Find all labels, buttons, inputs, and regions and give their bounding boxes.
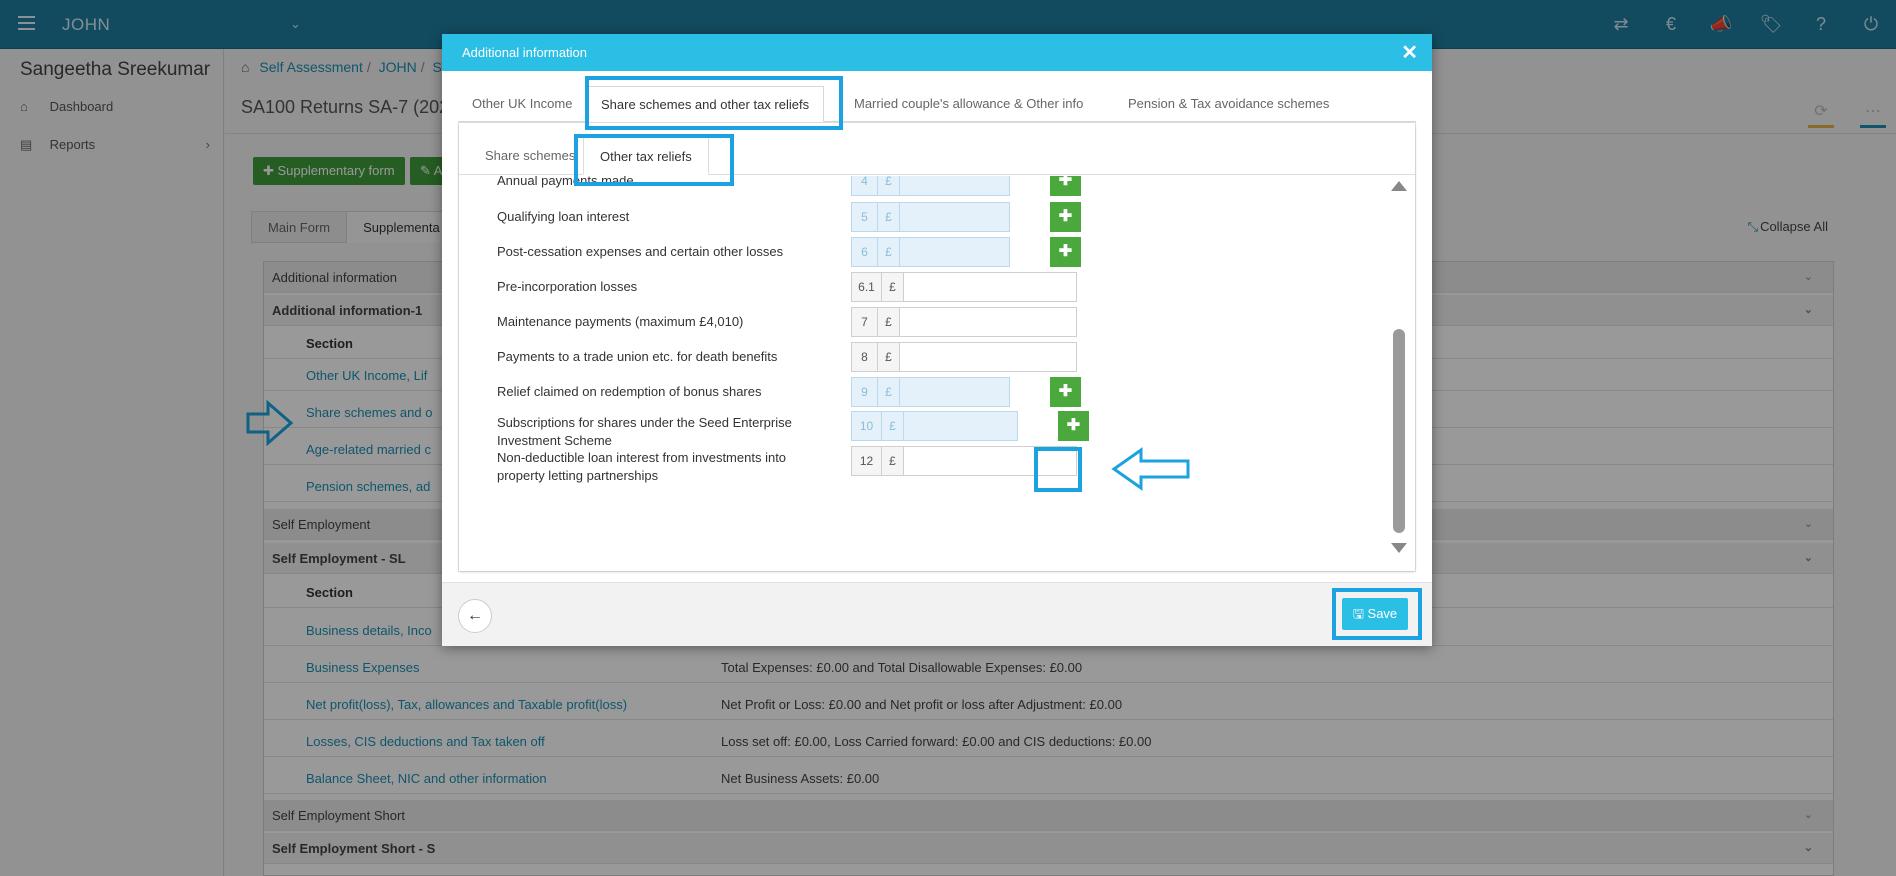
add-entry-button[interactable]: ✚ xyxy=(1050,176,1081,196)
scrollbar[interactable] xyxy=(1391,181,1407,553)
tab-married-couples-allowance[interactable]: Married couple's allowance & Other info xyxy=(854,86,1083,122)
currency-symbol: £ xyxy=(878,238,900,266)
box-number: 12 xyxy=(852,447,882,475)
amount-input[interactable] xyxy=(900,308,1076,336)
amount-input[interactable] xyxy=(900,238,1009,266)
highlight-box xyxy=(1332,588,1422,640)
scroll-up-icon[interactable] xyxy=(1391,181,1407,191)
amount-field: 6 £ xyxy=(851,237,1010,267)
tax-reliefs-card: Share schemes Other tax reliefs Annual p… xyxy=(459,123,1415,571)
close-icon[interactable]: ✕ xyxy=(1401,40,1418,65)
arrow-left-icon xyxy=(1111,447,1190,491)
tab-other-uk-income[interactable]: Other UK Income xyxy=(472,86,572,122)
currency-symbol: £ xyxy=(878,203,900,231)
amount-input[interactable] xyxy=(900,343,1076,371)
relief-row: Subscriptions for shares under the Seed … xyxy=(459,411,1399,448)
field-label: Post-cessation expenses and certain othe… xyxy=(497,244,784,259)
field-label: Qualifying loan interest xyxy=(497,209,630,224)
relief-row: Qualifying loan interest 5 £ ✚ xyxy=(459,202,1399,238)
currency-symbol: £ xyxy=(882,273,904,301)
relief-row: Maintenance payments (maximum £4,010) 7 £ xyxy=(459,307,1399,343)
modal-body: Share schemes Other tax reliefs Annual p… xyxy=(458,122,1416,572)
relief-row: Relief claimed on redemption of bonus sh… xyxy=(459,377,1399,413)
amount-field: 5 £ xyxy=(851,202,1010,232)
currency-symbol: £ xyxy=(878,176,900,195)
box-number: 4 xyxy=(852,176,878,195)
modal-footer: ← 🖫 Save xyxy=(442,582,1432,646)
add-entry-button[interactable]: ✚ xyxy=(1050,202,1081,232)
amount-field: 7 £ xyxy=(851,307,1077,337)
field-label: Non-deductible loan interest from invest… xyxy=(497,450,787,483)
amount-input[interactable] xyxy=(904,412,1017,440)
amount-field: 8 £ xyxy=(851,342,1077,372)
add-entry-button[interactable]: ✚ xyxy=(1050,237,1081,267)
tab-share-schemes[interactable]: Share schemes xyxy=(485,137,575,175)
scroll-down-icon[interactable] xyxy=(1391,543,1407,553)
amount-input[interactable] xyxy=(900,176,1009,195)
currency-symbol: £ xyxy=(882,447,904,475)
box-number: 6 xyxy=(852,238,878,266)
currency-symbol: £ xyxy=(878,343,900,371)
highlight-box xyxy=(585,76,843,130)
box-number: 6.1 xyxy=(852,273,882,301)
amount-input[interactable] xyxy=(900,378,1009,406)
amount-field: 6.1 £ xyxy=(851,272,1077,302)
relief-row: Payments to a trade union etc. for death… xyxy=(459,342,1399,378)
amount-input[interactable] xyxy=(904,273,1076,301)
field-label: Payments to a trade union etc. for death… xyxy=(497,349,778,364)
add-entry-button[interactable]: ✚ xyxy=(1050,377,1081,407)
relief-row: Non-deductible loan interest from invest… xyxy=(459,446,1399,483)
relief-row: Post-cessation expenses and certain othe… xyxy=(459,237,1399,273)
field-label: Maintenance payments (maximum £4,010) xyxy=(497,314,744,329)
modal-header: Additional information ✕ xyxy=(442,34,1432,71)
amount-field: 4 £ xyxy=(851,176,1010,196)
amount-input[interactable] xyxy=(900,203,1009,231)
relief-row: Pre-incorporation losses 6.1 £ xyxy=(459,272,1399,308)
field-label: Relief claimed on redemption of bonus sh… xyxy=(497,384,762,399)
box-number: 9 xyxy=(852,378,878,406)
add-entry-button[interactable]: ✚ xyxy=(1058,411,1089,441)
back-button[interactable]: ← xyxy=(458,599,492,633)
currency-symbol: £ xyxy=(878,308,900,336)
box-number: 10 xyxy=(852,412,882,440)
amount-field: 9 £ xyxy=(851,377,1010,407)
scroll-thumb[interactable] xyxy=(1393,329,1405,533)
box-number: 7 xyxy=(852,308,878,336)
modal-title: Additional information xyxy=(462,45,588,60)
field-label: Pre-incorporation losses xyxy=(497,279,638,294)
highlight-box xyxy=(1034,447,1082,492)
highlight-box xyxy=(574,134,734,186)
tab-pension-tax-avoidance[interactable]: Pension & Tax avoidance schemes xyxy=(1128,86,1329,122)
field-label: Subscriptions for shares under the Seed … xyxy=(497,415,792,448)
box-number: 5 xyxy=(852,203,878,231)
box-number: 8 xyxy=(852,343,878,371)
currency-symbol: £ xyxy=(878,378,900,406)
amount-field: 10 £ xyxy=(851,411,1018,441)
reliefs-form: Annual payments made 4 £ ✚ Qualifying loan i… xyxy=(459,176,1415,556)
currency-symbol: £ xyxy=(882,412,904,440)
